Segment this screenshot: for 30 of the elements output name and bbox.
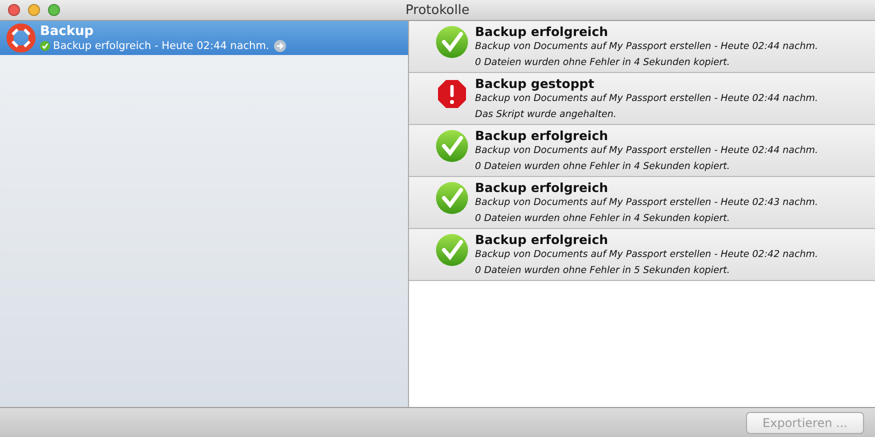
entry-result: 0 Dateien wurden ohne Fehler in 5 Sekunden kopiert. <box>475 264 731 278</box>
sidebar-item[interactable]: Backup Backup erfolgreich - Heute 02:44 nachm. <box>0 21 408 55</box>
zoom-button[interactable] <box>48 4 60 16</box>
entry-title: Backup erfolgreich <box>475 128 610 143</box>
entry-result: 0 Dateien wurden ohne Fehler in 4 Sekunden kopiert. <box>475 212 731 226</box>
checkmark-icon <box>435 233 469 267</box>
entry-title: Backup erfolgreich <box>475 180 610 195</box>
item-status: Backup erfolgreich - Heute 02:44 nachm. <box>53 38 270 52</box>
minimize-button[interactable] <box>28 4 40 16</box>
entry-description: Backup von Documents auf My Passport erstellen - Heute 02:44 nachm. <box>475 40 818 54</box>
arrow-button[interactable] <box>274 40 286 52</box>
entry-title: Backup erfolgreich <box>475 24 610 39</box>
checkmark-icon <box>435 129 469 163</box>
entry-result: 0 Dateien wurden ohne Fehler in 4 Sekunden kopiert. <box>475 160 731 174</box>
lifebuoy-icon <box>6 23 36 53</box>
entry-title: Backup erfolgreich <box>475 232 610 247</box>
entry-result: Das Skript wurde angehalten. <box>475 108 618 122</box>
item-title: Backup <box>40 24 95 38</box>
entry-result: 0 Dateien wurden ohne Fehler in 4 Sekunden kopiert. <box>475 56 731 70</box>
entry-description: Backup von Documents auf My Passport erstellen - Heute 02:42 nachm. <box>475 248 818 262</box>
entry-title: Backup gestoppt <box>475 76 596 91</box>
close-button[interactable] <box>8 4 20 16</box>
window-title: Protokolle <box>406 2 470 18</box>
entry-description: Backup von Documents auf My Passport erstellen - Heute 02:43 nachm. <box>475 196 818 210</box>
entry-description: Backup von Documents auf My Passport erstellen - Heute 02:44 nachm. <box>475 92 818 106</box>
checkmark-icon <box>435 181 469 215</box>
checkmark-icon <box>40 40 50 50</box>
stop-sign-icon <box>435 77 469 111</box>
checkmark-icon <box>435 25 469 59</box>
entry-description: Backup von Documents auf My Passport erstellen - Heute 02:44 nachm. <box>475 144 818 158</box>
